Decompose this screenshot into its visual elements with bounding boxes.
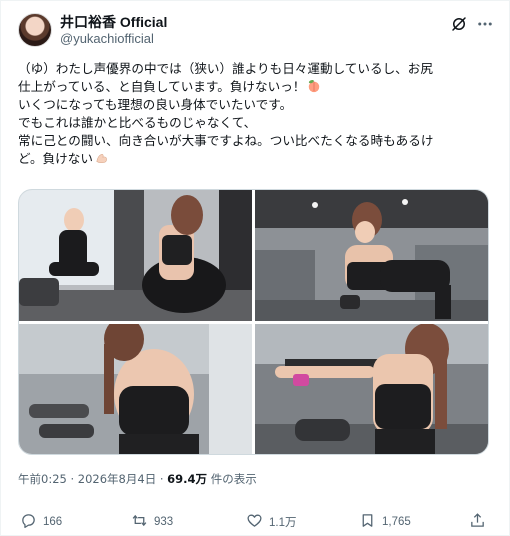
tweet-text: （ゆ）わたし声優界の中では（狭い）誰よりも日々運動しているし、お尻 仕上がってい… [18,60,496,168]
tweet-line: 仕上がっている、と自負しています。負けないっ！ [18,78,496,96]
tweet-line: いくつになっても理想の良い身体でいたいです。 [18,97,293,112]
author-names[interactable]: 井口裕香 Official @yukachiofficial [60,13,167,47]
tweet-line: ど。負けない [18,150,496,168]
action-bar: 166 933 1.1万 1,765 [18,512,494,532]
photo-2[interactable] [255,190,488,321]
reply-count: 166 [43,516,63,528]
like-button[interactable]: 1.1万 [246,512,297,532]
peach-emoji [307,79,321,93]
tweet-card: 井口裕香 Official @yukachiofficial （ゆ）わたし声優界… [0,0,510,536]
repost-button[interactable]: 933 [131,512,173,532]
tweet-line: 常に己との闘い、向き合いが大事ですよね。つい比べたくなる時もあるけ [18,133,434,148]
photo-3[interactable] [19,324,252,454]
media-grid [18,189,489,455]
avatar[interactable] [18,13,52,47]
display-name[interactable]: 井口裕香 Official [60,13,167,31]
reply-button[interactable]: 166 [20,512,62,532]
photo-1[interactable] [19,190,252,321]
timestamp[interactable]: 午前0:25 · 2026年8月4日 · [18,472,167,486]
bookmark-count: 1,765 [382,516,411,528]
tweet-line: （ゆ）わたし声優界の中では（狭い）誰よりも日々運動しているし、お尻 [18,61,433,76]
handle[interactable]: @yukachiofficial [60,31,167,47]
grok-icon[interactable] [450,15,468,33]
repost-count: 933 [154,516,174,528]
share-icon [469,512,486,532]
more-icon[interactable] [476,15,494,33]
views-count[interactable]: 69.4万 [167,472,207,486]
bookmark-icon [359,512,376,532]
repost-icon [131,512,148,532]
reply-icon [20,512,37,532]
bookmark-button[interactable]: 1,765 [359,512,411,532]
tweet-line: でもこれは誰かと比べるものじゃなくて、 [18,115,257,130]
share-button[interactable] [469,512,486,532]
like-count: 1.1万 [269,517,297,529]
like-icon [246,512,263,532]
flexed-biceps-emoji [95,151,109,165]
tweet-meta: 午前0:25 · 2026年8月4日 · 69.4万 件の表示 [18,472,257,486]
photo-4[interactable] [255,324,488,454]
views-label: 件の表示 [207,472,257,486]
tweet-header: 井口裕香 Official @yukachiofficial [18,13,496,49]
